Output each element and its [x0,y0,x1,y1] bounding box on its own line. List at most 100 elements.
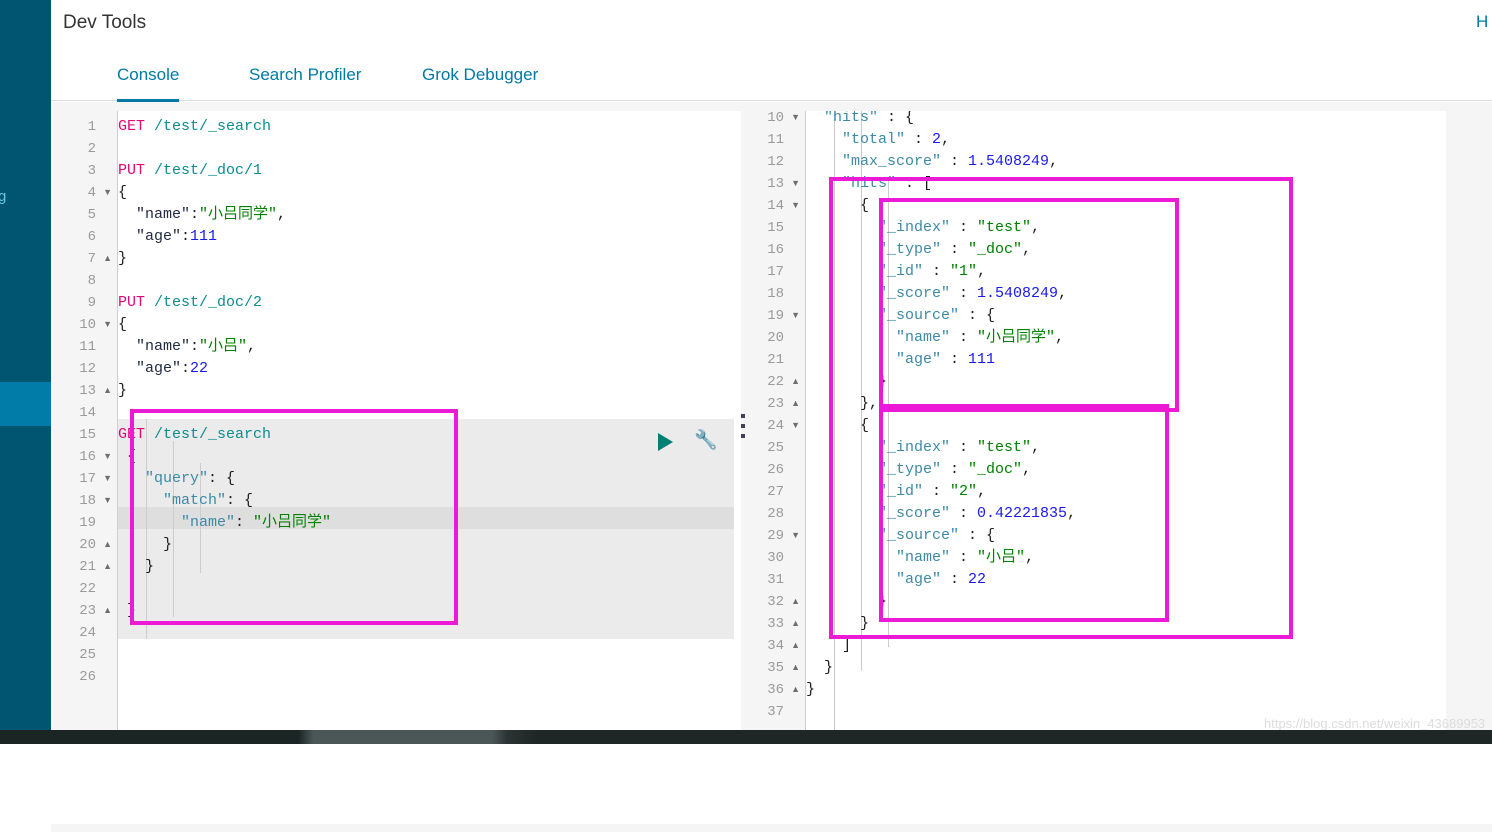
code-line[interactable]: PUT /test/_doc/2 [118,292,262,314]
os-taskbar[interactable] [0,730,1492,744]
fold-expand-icon[interactable]: ▲ [103,248,112,270]
code-token: 22 [968,571,987,588]
code-line[interactable]: } [806,613,869,635]
code-line[interactable]: } [806,657,833,679]
code-token: : [923,483,951,500]
code-line[interactable]: { [118,446,136,468]
code-line[interactable]: "_source" : { [806,305,995,327]
wrench-icon[interactable]: 🔧 [694,431,718,451]
fold-expand-icon[interactable]: ▲ [791,635,800,657]
drag-dot [741,414,745,418]
play-icon[interactable] [658,433,673,451]
code-line[interactable]: "_index" : "test", [806,217,1040,239]
code-line[interactable]: { [806,415,869,437]
fold-collapse-icon[interactable]: ▼ [103,182,112,204]
help-link[interactable]: H [1476,12,1490,32]
response-code-area[interactable]: "hits" : { "total" : 2, "max_score" : 1.… [806,111,1446,730]
code-line[interactable]: { [806,195,869,217]
code-line[interactable]: "_type" : "_doc", [806,459,1031,481]
code-token: "小吕" [977,549,1026,566]
code-line[interactable]: "name":"小吕", [118,336,256,358]
code-line[interactable]: "name":"小吕同学", [118,204,286,226]
code-token: "_source" [806,527,960,544]
fold-collapse-icon[interactable]: ▼ [791,195,800,217]
fold-collapse-icon[interactable]: ▼ [791,173,800,195]
code-line[interactable]: } [806,371,887,393]
fold-expand-icon[interactable]: ▲ [103,380,112,402]
code-line[interactable]: "hits" : { [806,111,914,129]
code-line[interactable]: "_type" : "_doc", [806,239,1031,261]
fold-expand-icon[interactable]: ▲ [791,679,800,701]
request-editor-pane[interactable]: 1 2 3 4 ▼ 5 6 7 ▲ 8 9 10 ▼ 11 12 13 ▲ 14 15 16 ▼ 17 ▼ 18 ▼ 19 20 ▲ 2… [61,111,741,730]
code-line[interactable]: "name" : "小吕", [806,547,1034,569]
code-line[interactable]: "hits" : [ [806,173,932,195]
code-line[interactable]: { [118,314,127,336]
code-line[interactable]: } [806,591,887,613]
fold-expand-icon[interactable]: ▲ [791,613,800,635]
fold-collapse-icon[interactable]: ▼ [103,468,112,490]
code-line[interactable]: } [806,679,815,701]
code-line[interactable]: "age":22 [118,358,208,380]
code-token: "age" [806,571,942,588]
fold-collapse-icon[interactable]: ▼ [791,107,800,129]
code-line[interactable]: "match": { [118,490,253,512]
code-token: PUT [118,162,146,179]
tab-search-profiler[interactable]: Search Profiler [249,54,361,99]
code-line[interactable]: }, [806,393,878,415]
line-number: 1 [87,119,96,135]
fold-collapse-icon[interactable]: ▼ [103,446,112,468]
fold-collapse-icon[interactable]: ▼ [791,415,800,437]
fold-collapse-icon[interactable]: ▼ [791,525,800,547]
tab-grok-debugger[interactable]: Grok Debugger [422,54,538,99]
horizontal-scrollbar[interactable] [51,824,1492,832]
fold-expand-icon[interactable]: ▲ [791,591,800,613]
code-line[interactable]: "_score" : 0.42221835, [806,503,1076,525]
code-line[interactable]: "_source" : { [806,525,995,547]
response-editor-pane[interactable]: 10 ▼ 11 12 13 ▼ 14 ▼ 15 16 17 18 19 ▼ 20 21 22 ▲ 23 ▲ 24 ▼ 25 2… [749,110,1446,730]
fold-expand-icon[interactable]: ▲ [791,657,800,679]
fold-collapse-icon[interactable]: ▼ [103,314,112,336]
code-line[interactable]: { [118,182,127,204]
fold-collapse-icon[interactable]: ▼ [791,305,800,327]
code-line[interactable]: ] [806,635,851,657]
fold-collapse-icon[interactable]: ▼ [103,490,112,512]
code-line[interactable]: } [118,380,127,402]
pane-resize-handle[interactable] [739,408,747,444]
code-line[interactable]: "name": "小吕同学" [118,512,331,534]
code-line[interactable]: } [118,534,172,556]
code-line[interactable]: } [118,556,154,578]
app-nav-rail[interactable]: ning [0,0,51,730]
code-line[interactable]: "_index" : "test", [806,437,1040,459]
fold-expand-icon[interactable]: ▲ [103,534,112,556]
code-token: "total" [806,131,906,148]
nav-rail-active-item[interactable] [0,382,51,426]
code-line[interactable]: "age":111 [118,226,217,248]
code-token: /test/_doc/1 [145,162,263,179]
code-line[interactable]: "_id" : "2", [806,481,986,503]
code-line[interactable]: "max_score" : 1.5408249, [806,151,1058,173]
fold-expand-icon[interactable]: ▲ [791,371,800,393]
code-line[interactable]: "total" : 2, [806,129,950,151]
request-code-area[interactable]: GET /test/_search PUT /test/_doc/1 { "name… [118,111,741,730]
code-line[interactable]: } [118,248,127,270]
code-line[interactable]: "age" : 111 [806,349,995,371]
fold-expand-icon[interactable]: ▲ [791,393,800,415]
line-number: 10 [79,317,96,333]
code-line[interactable]: "query": { [118,468,235,490]
code-line[interactable]: "name" : "小吕同学", [806,327,1064,349]
code-line[interactable]: "_score" : 1.5408249, [806,283,1067,305]
code-line[interactable]: "_id" : "1", [806,261,986,283]
code-line[interactable]: GET /test/_search [118,424,271,446]
code-token: ] [806,637,852,654]
line-number: 26 [767,462,784,478]
code-line[interactable]: GET /test/_search [118,116,271,138]
tab-console[interactable]: Console [117,54,180,102]
line-number: 12 [79,361,96,377]
code-line[interactable]: "age" : 22 [806,569,986,591]
code-token: /test/_doc/2 [145,294,263,311]
code-line[interactable]: PUT /test/_doc/1 [118,160,262,182]
fold-expand-icon[interactable]: ▲ [103,556,112,578]
fold-expand-icon[interactable]: ▲ [103,600,112,622]
code-line[interactable]: } [118,600,136,622]
line-number: 22 [767,374,784,390]
